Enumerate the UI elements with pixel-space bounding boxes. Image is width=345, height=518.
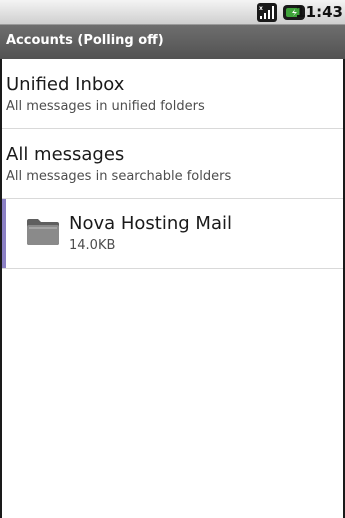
account-name: Nova Hosting Mail [69, 213, 232, 234]
unified-inbox-item[interactable]: Unified Inbox All messages in unified fo… [0, 59, 345, 129]
title-bar: Accounts (Polling off) [0, 25, 345, 59]
signal-strength-icon: x [257, 3, 277, 22]
all-messages-subtitle: All messages in searchable folders [6, 169, 232, 184]
unified-inbox-subtitle: All messages in unified folders [6, 99, 205, 114]
all-messages-item[interactable]: All messages All messages in searchable … [0, 129, 345, 199]
all-messages-title: All messages [6, 144, 125, 165]
account-size: 14.0KB [69, 238, 116, 253]
clock: 11:43 [295, 3, 343, 21]
folder-icon [26, 216, 60, 246]
page-title: Accounts (Polling off) [6, 33, 164, 48]
unified-inbox-title: Unified Inbox [6, 74, 125, 95]
svg-text:x: x [259, 5, 263, 12]
account-item[interactable]: Nova Hosting Mail 14.0KB [0, 199, 345, 269]
status-bar: x 11:43 [0, 0, 345, 25]
left-frame-edge [0, 59, 2, 518]
accounts-list: Unified Inbox All messages in unified fo… [0, 59, 345, 269]
